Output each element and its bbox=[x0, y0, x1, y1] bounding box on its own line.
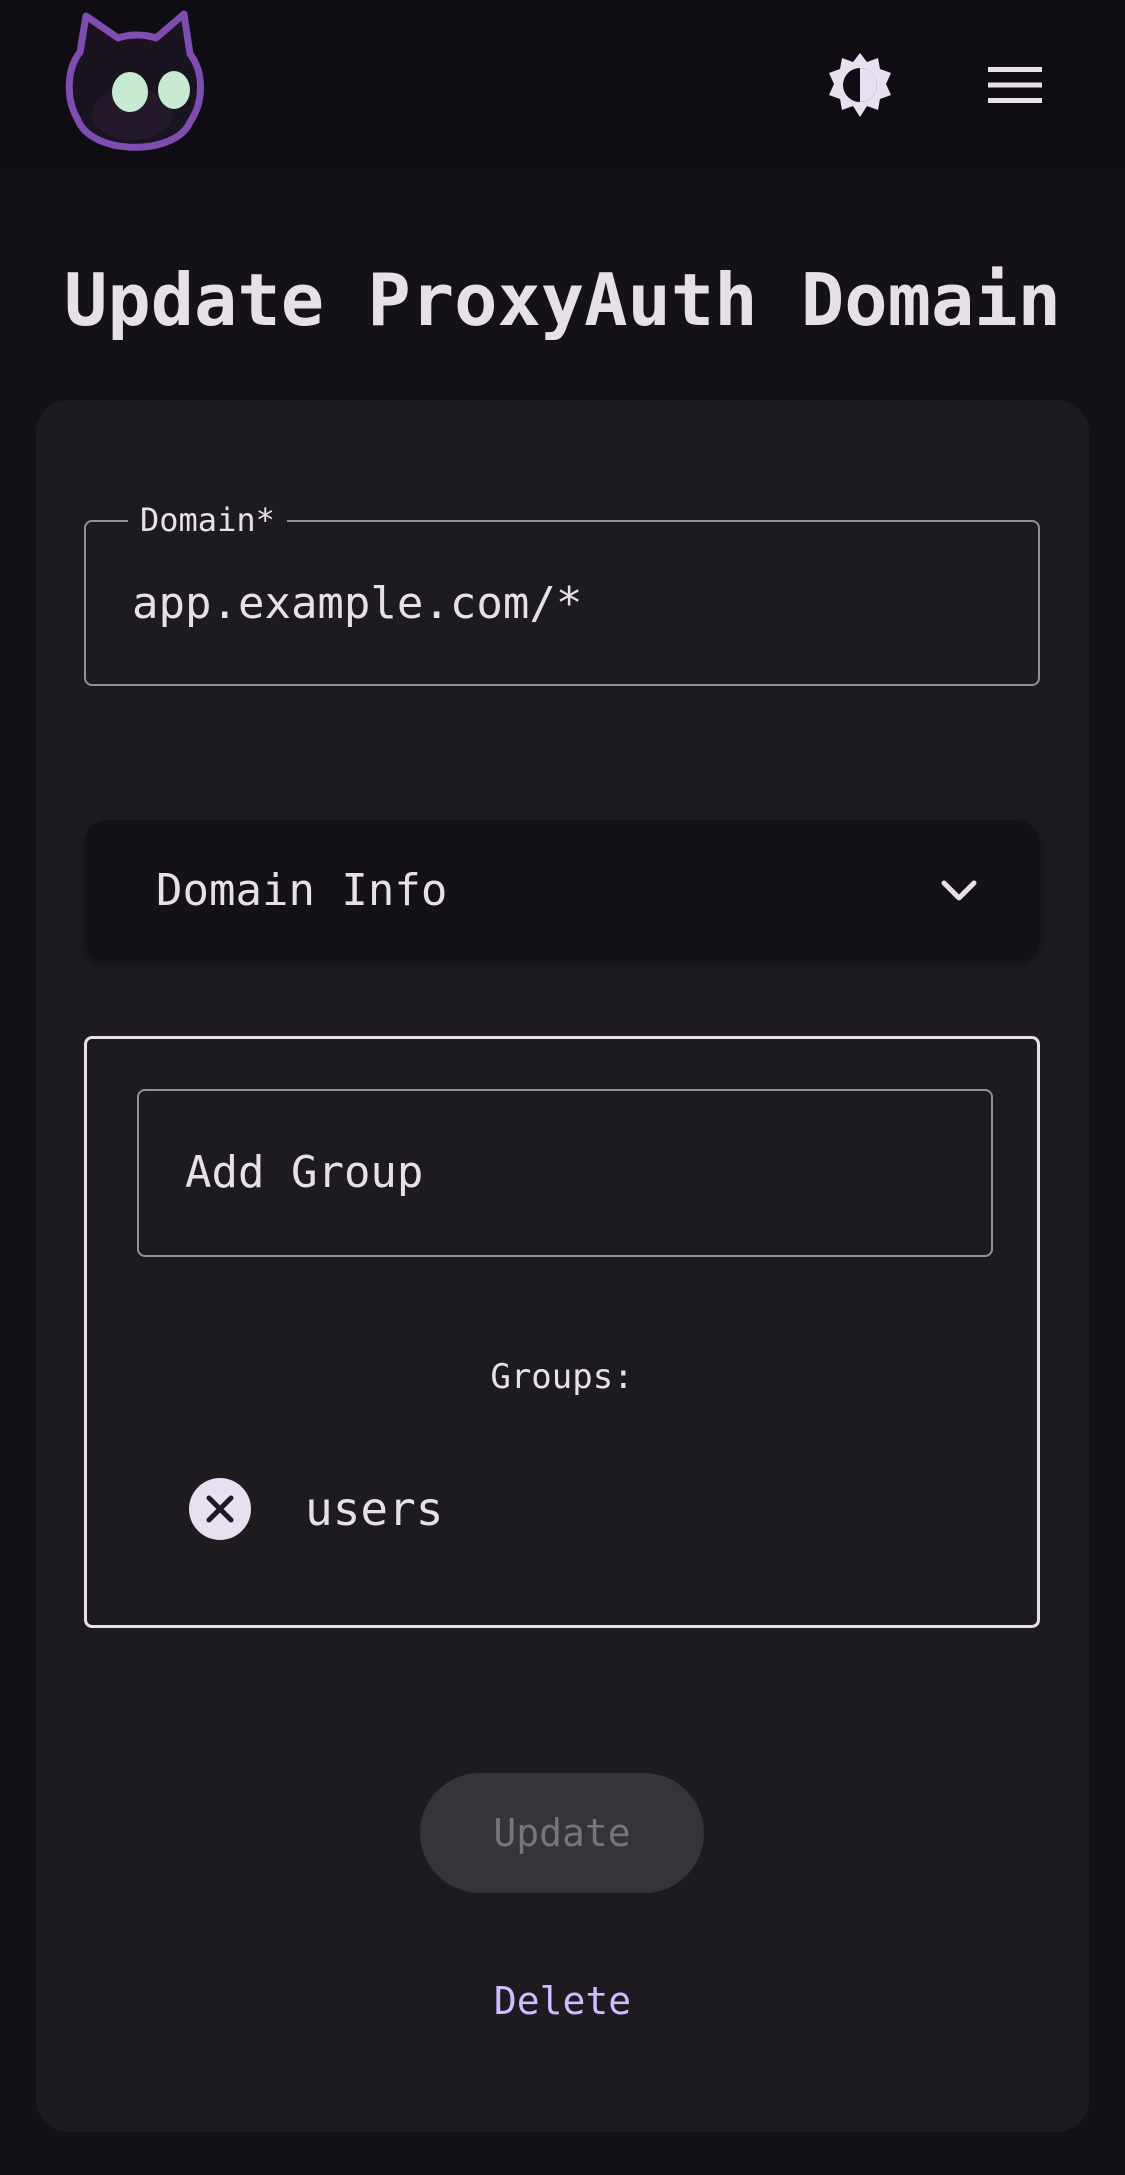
accordion-label: Domain Info bbox=[156, 865, 448, 916]
close-icon bbox=[206, 1495, 234, 1523]
menu-button[interactable] bbox=[975, 45, 1055, 125]
add-group-input[interactable] bbox=[185, 1143, 945, 1203]
hamburger-menu-icon bbox=[988, 67, 1042, 103]
groups-heading: Groups: bbox=[490, 1357, 634, 1397]
domain-input[interactable] bbox=[132, 574, 992, 634]
delete-button[interactable]: Delete bbox=[0, 1975, 1125, 2027]
top-app-bar bbox=[0, 0, 1125, 168]
remove-group-button[interactable] bbox=[189, 1478, 251, 1540]
page-title: Update ProxyAuth Domain bbox=[64, 258, 1061, 342]
chevron-down-icon bbox=[941, 880, 977, 901]
group-chip: users bbox=[189, 1477, 443, 1541]
domain-field[interactable]: Domain* bbox=[84, 498, 1040, 686]
domain-info-accordion[interactable]: Domain Info bbox=[84, 820, 1040, 962]
theme-toggle-button[interactable] bbox=[820, 45, 900, 125]
domain-field-label: Domain* bbox=[128, 498, 287, 542]
contrast-icon bbox=[829, 53, 891, 117]
groups-panel: Groups: users bbox=[84, 1036, 1040, 1628]
update-button[interactable]: Update bbox=[420, 1773, 704, 1893]
add-group-field[interactable] bbox=[137, 1089, 993, 1257]
group-name: users bbox=[305, 1482, 444, 1536]
cat-logo-icon[interactable] bbox=[58, 10, 208, 160]
